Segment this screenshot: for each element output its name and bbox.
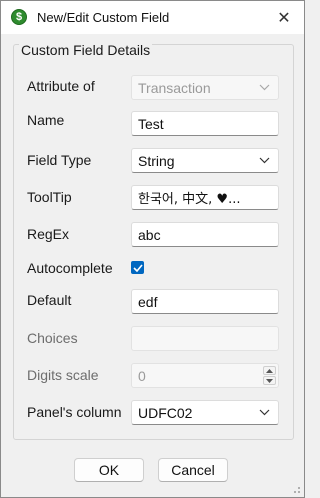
close-icon: ✕ [277, 9, 291, 27]
chevron-down-icon [258, 155, 270, 167]
window-title: New/Edit Custom Field [37, 10, 170, 25]
digits-scale-stepper[interactable]: 0 [131, 363, 279, 388]
caret-down-icon [266, 378, 273, 383]
custom-field-dialog: $ New/Edit Custom Field ✕ Custom Field D… [0, 0, 305, 498]
default-label: Default [27, 292, 72, 308]
choices-field[interactable] [131, 326, 279, 351]
name-value: Test [138, 115, 164, 132]
field-type-value: String [138, 152, 175, 169]
caret-up-icon [266, 368, 273, 373]
panels-column-select[interactable]: UDFC02 [131, 400, 279, 425]
title-bar: $ New/Edit Custom Field ✕ [1, 1, 304, 34]
close-button[interactable]: ✕ [264, 1, 304, 34]
chevron-down-icon [258, 407, 270, 419]
chevron-down-icon [258, 82, 270, 94]
checkmark-icon [132, 263, 143, 272]
tooltip-label: ToolTip [27, 189, 72, 205]
digits-scale-value: 0 [138, 367, 146, 384]
name-field[interactable]: Test [131, 111, 279, 136]
default-field[interactable]: edf [131, 289, 279, 314]
regex-field[interactable]: abc [131, 222, 279, 247]
tooltip-value: 한국어, 中文, ♥... [138, 192, 241, 207]
attribute-of-select[interactable]: Transaction [131, 75, 279, 100]
dollar-icon: $ [11, 9, 27, 25]
cancel-button[interactable]: Cancel [158, 458, 228, 482]
autocomplete-checkbox[interactable] [131, 261, 144, 274]
resize-grip-icon[interactable] [291, 484, 301, 494]
stepper-up-button[interactable] [263, 366, 276, 375]
attribute-of-value: Transaction [138, 79, 211, 96]
regex-label: RegEx [27, 226, 70, 242]
stepper-down-button[interactable] [263, 376, 276, 385]
field-type-label: Field Type [27, 152, 92, 168]
stepper-buttons [263, 366, 276, 385]
digits-scale-label: Digits scale [27, 367, 99, 383]
field-type-select[interactable]: String [131, 148, 279, 173]
regex-value: abc [138, 226, 161, 243]
name-label: Name [27, 112, 65, 128]
tooltip-field[interactable]: 한국어, 中文, ♥... [131, 185, 279, 210]
panels-column-value: UDFC02 [138, 404, 193, 421]
ok-button[interactable]: OK [74, 458, 144, 482]
group-legend: Custom Field Details [19, 42, 153, 58]
autocomplete-label: Autocomplete [27, 260, 113, 276]
attribute-of-label: Attribute of [27, 78, 95, 94]
choices-label: Choices [27, 330, 78, 346]
panels-column-label: Panel's column [27, 404, 122, 420]
default-value: edf [138, 293, 158, 310]
